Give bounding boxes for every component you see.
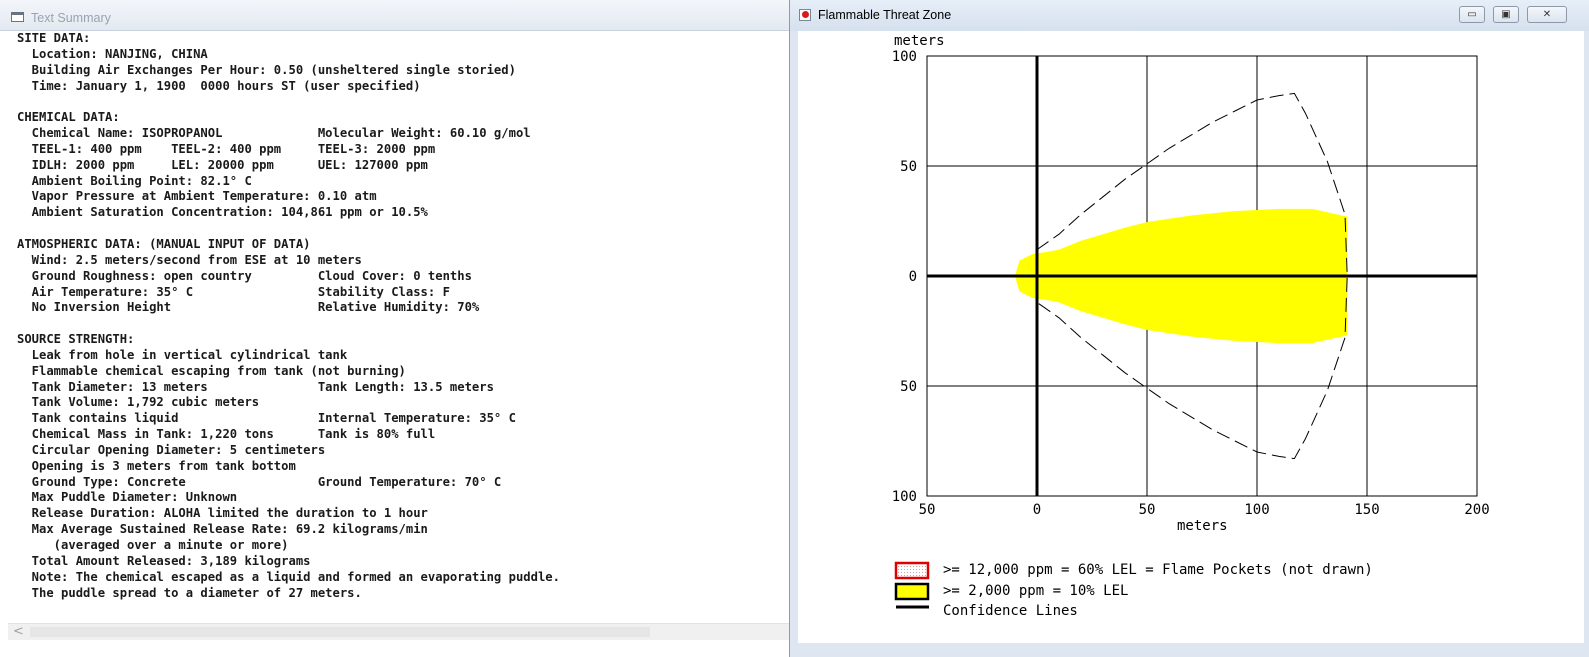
legend-label: >= 2,000 ppm = 10% LEL <box>943 583 1128 599</box>
threat-zone-title-bar[interactable]: Flammable Threat Zone ▭ ▣ ✕ <box>790 0 1589 31</box>
y-tick-label: 50 <box>900 159 917 175</box>
text-summary-title: Text Summary <box>31 11 111 25</box>
y-tick-label: 0 <box>909 269 917 285</box>
summary-line: SITE DATA: <box>17 31 91 45</box>
summary-line: Location: NANJING, CHINA <box>17 46 208 61</box>
legend: >= 12,000 ppm = 60% LEL = Flame Pockets … <box>894 561 1373 619</box>
horizontal-scrollbar[interactable]: < <box>8 623 790 640</box>
x-tick-label: 200 <box>1464 502 1489 518</box>
summary-line: Max Average Sustained Release Rate: 69.2… <box>17 522 428 537</box>
summary-line: Chemical Mass in Tank: 1,220 tons Tank i… <box>17 427 436 442</box>
threat-zone-title: Flammable Threat Zone <box>818 8 952 22</box>
x-tick-label: 100 <box>1244 502 1269 518</box>
x-tick-label: 50 <box>1139 502 1156 518</box>
summary-line: (averaged over a minute or more) <box>17 538 289 552</box>
summary-line: Tank Volume: 1,792 cubic meters <box>17 395 260 410</box>
threat-zone-window: Flammable Threat Zone ▭ ▣ ✕ 50 0 50 100 150 2… <box>789 0 1589 657</box>
x-tick-label: 0 <box>1033 502 1041 518</box>
summary-line: Ambient Saturation Concentration: 104,86… <box>17 205 428 220</box>
y-tick-label: 50 <box>900 379 917 395</box>
summary-line: Air Temperature: 35° C Stability Class: … <box>17 284 450 299</box>
x-tick-label: 150 <box>1354 502 1379 518</box>
summary-line: Tank Diameter: 13 meters Tank Length: 13… <box>17 379 494 394</box>
maximize-button[interactable]: ▣ <box>1493 6 1519 23</box>
summary-line: Ground Type: Concrete Ground Temperature… <box>17 474 502 489</box>
summary-line: SOURCE STRENGTH: <box>17 332 135 347</box>
summary-line: Building Air Exchanges Per Hour: 0.50 (u… <box>17 62 516 77</box>
summary-line: Ambient Boiling Point: 82.1° C <box>17 173 252 188</box>
summary-line: ATMOSPHERIC DATA: (MANUAL INPUT OF DATA) <box>17 236 311 251</box>
legend-label: Confidence Lines <box>943 603 1078 619</box>
scroll-left-arrow-icon[interactable]: < <box>13 624 24 639</box>
summary-line: Flammable chemical escaping from tank (n… <box>17 363 406 378</box>
text-summary-window: Text Summary SITE DATA: Location: NANJIN… <box>0 0 798 657</box>
flame-app-icon <box>799 9 811 21</box>
summary-text: SITE DATA: Location: NANJING, CHINA Buil… <box>17 31 560 601</box>
threat-zone-chart: 50 0 50 100 150 20010050050100 meters meters … <box>892 33 1490 619</box>
summary-line: CHEMICAL DATA: <box>17 110 120 125</box>
summary-line: The puddle spread to a diameter of 27 me… <box>17 585 362 600</box>
y-axis-label: meters <box>894 33 945 49</box>
summary-line: Tank contains liquid Internal Temperatur… <box>17 411 516 426</box>
x-tick-label: 50 <box>919 502 936 518</box>
summary-line: IDLH: 2000 ppm LEL: 20000 ppm UEL: 12700… <box>17 157 428 172</box>
summary-line: Max Puddle Diameter: Unknown <box>17 490 238 505</box>
legend-swatch-lel <box>894 582 930 601</box>
summary-line: Leak from hole in vertical cylindrical t… <box>17 347 348 362</box>
legend-swatch-flame-pockets <box>894 561 930 580</box>
summary-line: Wind: 2.5 meters/second from ESE at 10 m… <box>17 252 362 267</box>
minimize-button[interactable]: ▭ <box>1459 6 1485 23</box>
plot-axes <box>927 56 1477 496</box>
scrollbar-thumb[interactable] <box>30 627 650 637</box>
summary-line <box>17 94 560 110</box>
summary-line: TEEL-1: 400 ppm TEEL-2: 400 ppm TEEL-3: … <box>17 141 436 156</box>
summary-line: Note: The chemical escaped as a liquid a… <box>17 569 560 584</box>
summary-line: Opening is 3 meters from tank bottom <box>17 458 296 473</box>
summary-line: Release Duration: ALOHA limited the dura… <box>17 506 428 521</box>
summary-line: No Inversion Height Relative Humidity: 7… <box>17 300 480 315</box>
y-tick-label: 100 <box>892 49 917 65</box>
window-icon <box>11 12 24 22</box>
text-summary-title-bar[interactable]: Text Summary <box>0 0 798 31</box>
summary-line <box>17 316 560 332</box>
close-button[interactable]: ✕ <box>1527 6 1567 23</box>
summary-line: Total Amount Released: 3,189 kilograms <box>17 553 311 568</box>
y-tick-label: 100 <box>892 489 917 505</box>
summary-line: Ground Roughness: open country Cloud Cov… <box>17 268 472 283</box>
x-axis-label: meters <box>1177 518 1228 534</box>
plot-area: 50 0 50 100 150 200 100 50 0 50 100 meters meters … <box>798 31 1584 643</box>
summary-line: Vapor Pressure at Ambient Temperature: 0… <box>17 189 377 204</box>
legend-label: >= 12,000 ppm = 60% LEL = Flame Pockets … <box>943 562 1373 578</box>
summary-line <box>17 221 560 237</box>
summary-line: Circular Opening Diameter: 5 centimeters <box>17 442 326 457</box>
summary-line: Time: January 1, 1900 0000 hours ST (use… <box>17 78 421 93</box>
summary-line: Chemical Name: ISOPROPANOL Molecular Wei… <box>17 126 531 141</box>
